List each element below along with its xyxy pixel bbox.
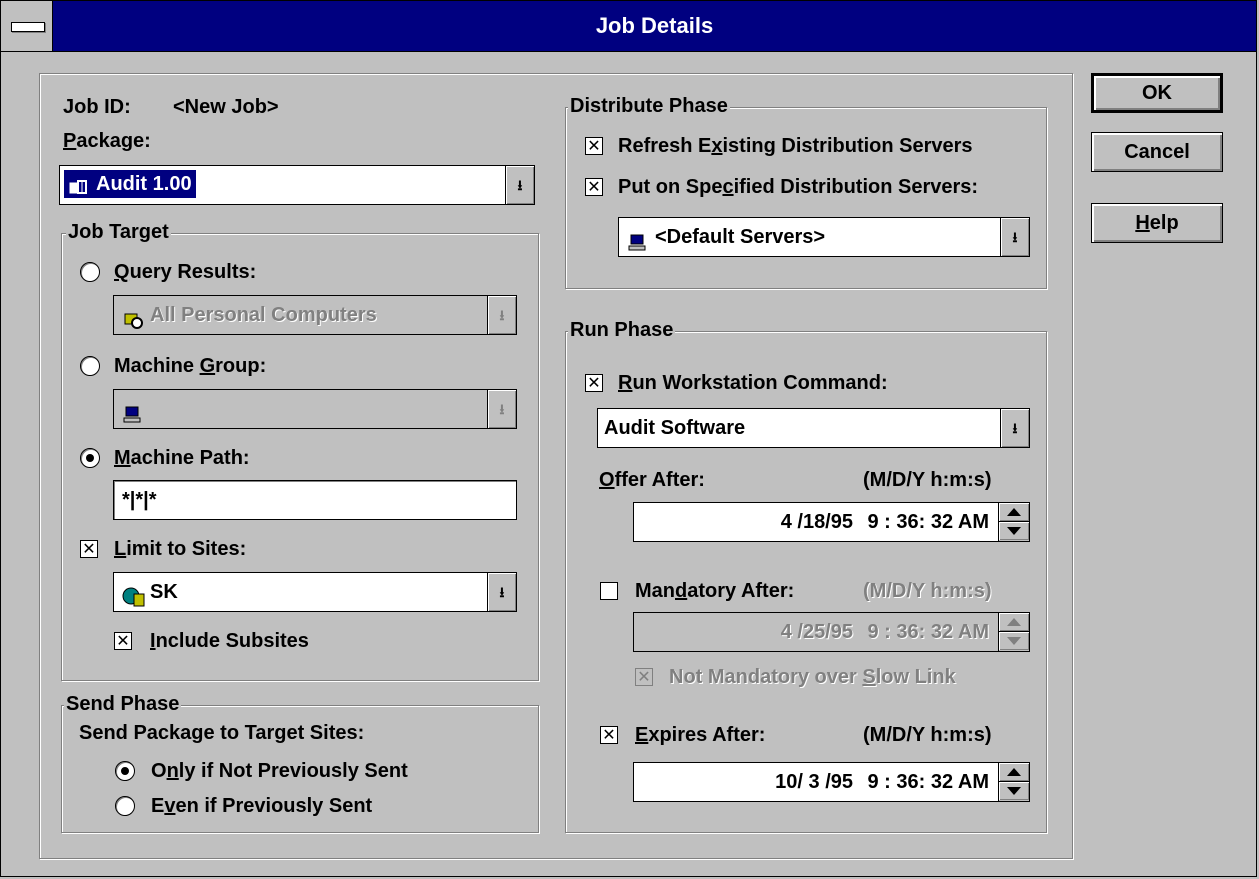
system-menu-icon[interactable] <box>1 1 53 51</box>
only-if-not-sent-radio[interactable] <box>115 761 135 781</box>
run-command-checkbox[interactable]: ✕ <box>585 374 603 392</box>
run-command-dropdown[interactable]: Audit Software ⭳ <box>597 408 1030 448</box>
mandatory-after-field[interactable]: 4 /25/95 9 : 36: 32 AM <box>633 612 1030 652</box>
job-id-value: <New Job> <box>173 96 279 118</box>
put-on-specified-checkbox[interactable]: ✕ <box>585 178 603 196</box>
package-dropdown[interactable]: Audit 1.00 ⭳ <box>59 165 535 205</box>
machine-group-label: Machine Group: <box>114 355 267 377</box>
expires-after-checkbox[interactable]: ✕ <box>600 726 618 744</box>
query-results-radio[interactable] <box>80 262 100 282</box>
job-id-label: Job ID: <box>63 96 131 118</box>
mandatory-after-date: 4 /25/95 <box>780 621 853 643</box>
mandatory-after-label: Mandatory After: <box>635 580 795 602</box>
expires-after-label: Expires After: <box>635 724 766 746</box>
down-arrow-icon[interactable]: ⭳ <box>505 166 534 204</box>
limit-to-sites-label: Limit to Sites: <box>114 538 247 560</box>
site-icon <box>122 583 146 607</box>
not-mandatory-slow-label: Not Mandatory over Slow Link <box>669 666 956 688</box>
refresh-existing-checkbox[interactable]: ✕ <box>585 137 603 155</box>
mandatory-after-time: 9 : 36: 32 AM <box>867 621 989 643</box>
sites-dropdown[interactable]: SK ⭳ <box>113 572 517 612</box>
expires-after-format: (M/D/Y h:m:s) <box>863 724 992 746</box>
window-title: Job Details <box>595 13 714 38</box>
query-results-label: Query Results: <box>114 261 257 283</box>
run-command-label: Run Workstation Command: <box>618 372 888 394</box>
offer-after-time: 9 : 36: 32 AM <box>867 511 989 533</box>
help-button[interactable]: Help <box>1091 203 1223 243</box>
sites-value: SK <box>150 581 178 603</box>
down-arrow-icon[interactable]: ⭳ <box>1000 218 1029 256</box>
machine-path-label: Machine Path: <box>114 447 250 469</box>
machine-group-radio[interactable] <box>80 356 100 376</box>
job-target-label: Job Target <box>66 220 171 244</box>
spin-arrows-icon[interactable] <box>998 763 1029 801</box>
only-if-not-sent-label: Only if Not Previously Sent <box>151 760 408 782</box>
down-arrow-icon[interactable]: ⭳ <box>1000 409 1029 447</box>
query-icon <box>122 306 146 329</box>
package-selected: Audit 1.00 <box>63 169 197 199</box>
put-on-specified-label: Put on Specified Distribution Servers: <box>618 176 979 198</box>
expires-after-date: 10/ 3 /95 <box>775 771 853 793</box>
cancel-button[interactable]: Cancel <box>1091 132 1223 172</box>
offer-after-label: Offer After: <box>599 469 705 491</box>
spin-arrows-icon[interactable] <box>998 503 1029 541</box>
down-arrow-icon[interactable]: ⭳ <box>487 390 516 428</box>
even-if-sent-label: Even if Previously Sent <box>151 795 373 817</box>
expires-after-field[interactable]: 10/ 3 /95 9 : 36: 32 AM <box>633 762 1030 802</box>
run-command-value: Audit Software <box>604 417 746 439</box>
servers-value: <Default Servers> <box>655 226 826 248</box>
distribute-phase-label: Distribute Phase <box>568 94 730 118</box>
include-subsites-checkbox[interactable]: ✕ <box>114 632 132 650</box>
machine-path-radio[interactable] <box>80 448 100 468</box>
servers-dropdown[interactable]: <Default Servers> ⭳ <box>618 217 1030 257</box>
machine-group-dropdown[interactable]: ⭳ <box>113 389 517 429</box>
server-icon <box>627 228 651 251</box>
offer-after-format: (M/D/Y h:m:s) <box>863 469 992 491</box>
even-if-sent-radio[interactable] <box>115 796 135 816</box>
ok-button[interactable]: OK <box>1091 73 1223 113</box>
down-arrow-icon[interactable]: ⭳ <box>487 296 516 334</box>
package-icon <box>68 175 92 195</box>
refresh-existing-label: Refresh Existing Distribution Servers <box>618 135 973 157</box>
machine-path-value: *|*|* <box>122 489 157 511</box>
query-results-dropdown[interactable]: All Personal Computers ⭳ <box>113 295 517 335</box>
not-mandatory-slow-checkbox[interactable]: ✕ <box>635 668 653 686</box>
spin-arrows-icon[interactable] <box>998 613 1029 651</box>
offer-after-field[interactable]: 4 /18/95 9 : 36: 32 AM <box>633 502 1030 542</box>
expires-after-time: 9 : 36: 32 AM <box>867 771 989 793</box>
mandatory-after-format: (M/D/Y h:m:s) <box>863 580 992 602</box>
include-subsites-label: Include Subsites <box>150 630 309 652</box>
title-bar: Job Details <box>1 1 1256 52</box>
package-label: Package: <box>63 130 151 152</box>
send-phase-label: Send Phase <box>64 692 182 716</box>
mandatory-after-checkbox[interactable] <box>600 582 618 600</box>
query-results-value: All Personal Computers <box>150 304 377 326</box>
down-arrow-icon[interactable]: ⭳ <box>487 573 516 611</box>
send-package-prompt: Send Package to Target Sites: <box>79 722 365 744</box>
machine-path-field[interactable]: *|*|* <box>113 480 517 520</box>
offer-after-date: 4 /18/95 <box>780 511 853 533</box>
computer-icon <box>122 400 146 423</box>
job-details-dialog: Job Details OK Cancel Help Job ID: <New … <box>0 0 1257 877</box>
limit-to-sites-checkbox[interactable]: ✕ <box>80 540 98 558</box>
run-phase-label: Run Phase <box>568 318 676 342</box>
